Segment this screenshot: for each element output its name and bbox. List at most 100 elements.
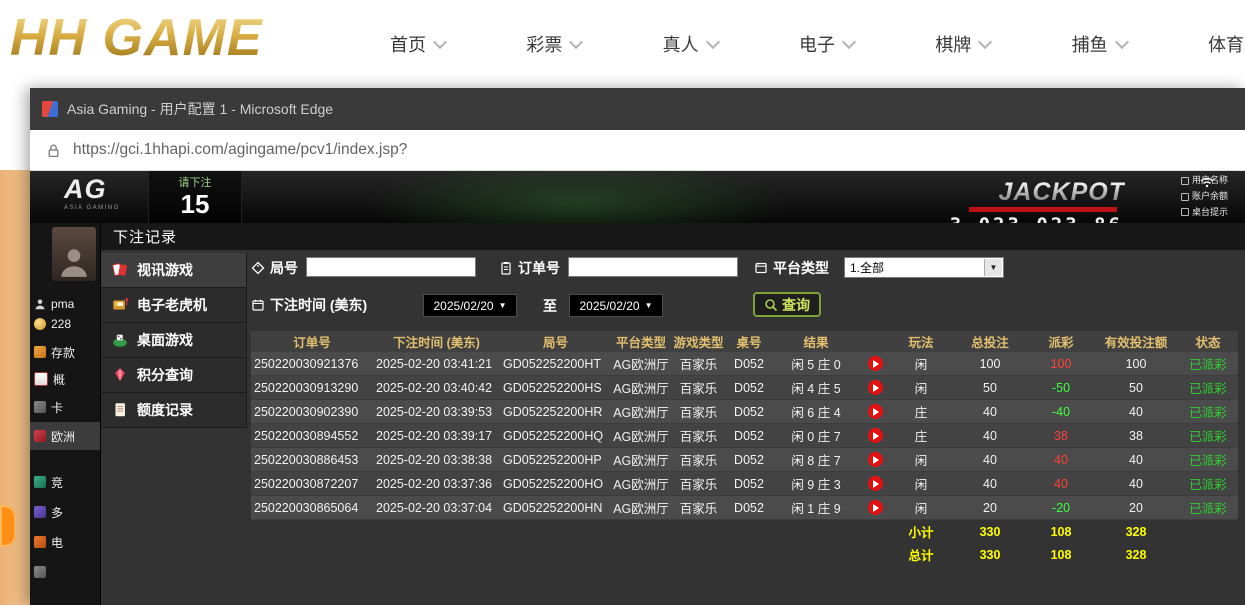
lobby-item-5[interactable]: 多 [34,502,100,522]
cell-replay [860,452,890,467]
nav-label: 电子 [799,31,835,57]
nav-item-sports[interactable]: 体育 [1208,31,1245,57]
cell-time: 2025-02-20 03:37:04 [373,501,500,515]
lobby-item-2[interactable]: 卡 [34,397,100,417]
table-games-icon [111,331,129,349]
replay-button[interactable] [868,428,883,443]
multi-table-icon [34,506,46,518]
lobby-item-6[interactable]: 电 [34,532,100,552]
replay-button[interactable] [868,356,883,371]
cell-valid: 38 [1094,429,1178,443]
cell-time: 2025-02-20 03:41:21 [373,357,500,371]
cell-valid: 328 [1094,548,1178,562]
card-pack-icon [34,401,46,413]
clipboard-icon [499,261,513,275]
nav-item-live[interactable]: 真人 [663,31,718,57]
replay-button[interactable] [868,476,883,491]
slot-machine-icon [111,296,129,314]
cell-valid: 20 [1094,501,1178,515]
round-input[interactable] [306,257,476,277]
lobby-item-label: 存款 [51,344,75,361]
column-header: 桌号 [726,332,772,351]
menu-item-video-games[interactable]: 视讯游戏 [101,253,247,288]
search-button-label: 查询 [782,295,810,315]
menu-item-quota-records[interactable]: 额度记录 [101,393,247,428]
nav-item-fishing[interactable]: 捕鱼 [1072,31,1127,57]
browser-content: AG ASIA GAMING 请下注 15 JACKPOT 3,023,023.… [30,171,1245,605]
lobby-item-label: 多 [51,504,63,521]
date-from-select[interactable]: 2025/02/20 ▼ [423,294,517,317]
cell-order: 250220030872207 [251,477,373,491]
menu-item-label: 桌面游戏 [137,330,193,350]
dropdown-arrow-icon: ▼ [984,259,1002,276]
lobby-item-1[interactable]: 概 [34,369,100,389]
menu-item-table-games[interactable]: 桌面游戏 [101,323,247,358]
replay-button[interactable] [868,452,883,467]
search-button[interactable]: 查询 [753,292,821,317]
lobby-balance-row[interactable]: 228 [34,314,100,334]
panel-menu: 视讯游戏 电子老虎机 桌面游戏 积分查询 [101,253,247,428]
jackpot-underline [969,207,1117,212]
lobby-item-label: 欧洲 [51,428,75,445]
cell-play: 小计 [890,522,952,541]
nav-item-slots[interactable]: 电子 [799,31,854,57]
nav-item-cards[interactable]: 棋牌 [935,31,990,57]
cell-status: 已派彩 [1178,474,1238,493]
platform-selected-value: 1.全部 [850,259,884,276]
bet-row: 2502200309132902025-02-20 03:40:42GD0522… [251,376,1238,400]
window-title: Asia Gaming - 用户配置 1 - Microsoft Edge [67,99,333,119]
cell-replay [860,428,890,443]
jackpot-value: 3,023,023.86 [950,214,1123,223]
cell-status: 已派彩 [1178,450,1238,469]
replay-button[interactable] [868,404,883,419]
cell-round: GD052252200HR [500,405,611,419]
table-tip-label: 桌台提示 [1192,205,1228,221]
lobby-item-label: 竞 [51,474,63,491]
lobby-item-7[interactable] [34,562,100,582]
site-logo: HH GAME [10,8,263,68]
edge-popup-window: Asia Gaming - 用户配置 1 - Microsoft Edge ht… [30,88,1245,605]
side-tab[interactable] [0,505,16,547]
time-filter-label: 下注时间 (美东) [251,294,367,316]
window-titlebar[interactable]: Asia Gaming - 用户配置 1 - Microsoft Edge [30,88,1245,130]
cell-bet: 40 [952,405,1028,419]
url-text: https://gci.1hhapi.com/agingame/pcv1/ind… [73,141,407,159]
card-icon [34,372,48,386]
date-to-select[interactable]: 2025/02/20 ▼ [569,294,663,317]
column-header: 订单号 [251,332,373,351]
cell-replay [860,404,890,419]
cell-platform: AG欧洲厅 [611,474,671,493]
cell-valid: 40 [1094,477,1178,491]
platform-select[interactable]: 1.全部 ▼ [844,257,1004,278]
lobby-item-europe-hall[interactable]: 欧洲 [30,422,100,450]
filters: 局号 订单号 平台类型 1.全部 ▼ [251,256,1241,328]
lobby-item-deposit[interactable]: 存款 [34,342,100,362]
cell-status: 已派彩 [1178,498,1238,517]
address-bar[interactable]: https://gci.1hhapi.com/agingame/pcv1/ind… [30,130,1245,171]
column-header: 派彩 [1028,332,1094,351]
tip-icon [1181,208,1189,216]
lobby-username-row[interactable]: pma [34,294,100,314]
cell-payout: 108 [1028,525,1094,539]
order-input[interactable] [568,257,738,277]
summary-row: 总计330108328 [251,543,1238,566]
cell-valid: 40 [1094,453,1178,467]
menu-item-points-query[interactable]: 积分查询 [101,358,247,393]
calendar-icon [251,298,265,312]
europe-hall-icon [34,430,46,442]
replay-button[interactable] [868,380,883,395]
date-to-value: 2025/02/20 [580,299,640,313]
nav-item-home[interactable]: 首页 [390,31,445,57]
menu-item-label: 电子老虎机 [137,295,207,315]
cell-time: 2025-02-20 03:39:17 [373,429,500,443]
cell-order: 250220030921376 [251,357,373,371]
lobby-item-4[interactable]: 竞 [34,472,100,492]
nav-item-lottery[interactable]: 彩票 [526,31,581,57]
cell-table: D052 [726,501,772,515]
cell-table: D052 [726,357,772,371]
replay-button[interactable] [868,500,883,515]
round-label-text: 局号 [270,258,298,278]
menu-item-slots[interactable]: 电子老虎机 [101,288,247,323]
cell-replay [860,380,890,395]
gem-icon [111,366,129,384]
